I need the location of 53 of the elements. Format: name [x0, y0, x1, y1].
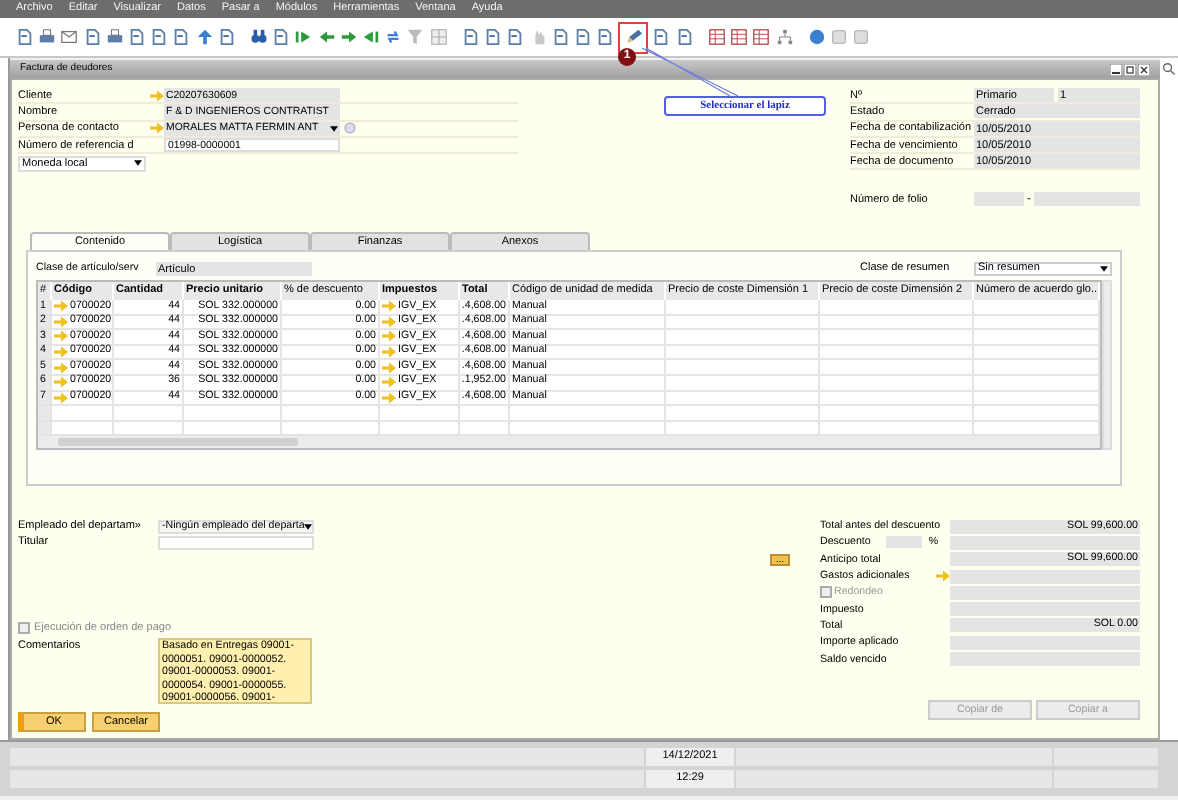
percent-field[interactable] — [886, 536, 923, 549]
page-icon[interactable] — [272, 28, 291, 46]
printer-icon[interactable] — [38, 28, 57, 46]
page-icon[interactable] — [596, 28, 615, 46]
table-icon[interactable] — [752, 28, 771, 46]
owner-field[interactable] — [158, 535, 314, 549]
tree-icon[interactable] — [775, 28, 794, 46]
refresh-icon[interactable] — [384, 28, 403, 46]
folio-field[interactable] — [974, 192, 1024, 207]
skip-end-icon[interactable] — [362, 28, 380, 46]
table-icon[interactable] — [708, 28, 726, 46]
page-icon[interactable] — [150, 28, 169, 46]
caret-icon — [134, 160, 142, 167]
arrow-right-icon[interactable] — [339, 28, 358, 46]
page-icon[interactable] — [172, 28, 191, 46]
arrow-up-icon[interactable] — [195, 28, 213, 46]
info-icon[interactable] — [344, 122, 356, 135]
caret-icon — [330, 125, 338, 132]
page-icon[interactable] — [217, 28, 236, 46]
help-icon[interactable] — [807, 28, 826, 46]
page-icon[interactable] — [127, 28, 146, 46]
table-icon[interactable] — [730, 28, 749, 46]
page-icon[interactable] — [506, 28, 525, 46]
page-icon[interactable] — [461, 28, 480, 46]
skip-start-icon[interactable] — [294, 28, 313, 46]
page-icon[interactable] — [573, 28, 592, 46]
maximize-icon[interactable] — [1124, 63, 1136, 75]
vertical-scrollbar[interactable] — [1102, 280, 1112, 451]
page-icon[interactable] — [551, 28, 570, 46]
page-icon[interactable] — [484, 28, 503, 46]
search-icon[interactable] — [1162, 62, 1176, 76]
binoculars-icon[interactable] — [250, 28, 269, 46]
caret-icon — [1100, 265, 1108, 271]
pencil-icon[interactable] — [624, 28, 643, 46]
leader-line — [642, 48, 742, 98]
page-icon[interactable] — [652, 28, 671, 46]
close-icon[interactable] — [1138, 63, 1150, 75]
checkbox[interactable] — [18, 622, 30, 634]
grid-icon[interactable] — [429, 28, 448, 46]
checkbox[interactable] — [820, 586, 832, 599]
mail-icon[interactable] — [60, 28, 79, 46]
page-icon[interactable] — [16, 28, 34, 46]
page-icon[interactable] — [675, 28, 694, 46]
caret-icon — [304, 523, 313, 529]
printer-icon[interactable] — [105, 28, 124, 46]
square-icon[interactable] — [830, 28, 849, 46]
horizontal-scrollbar[interactable] — [38, 436, 1100, 449]
minimize-icon[interactable] — [1110, 63, 1122, 75]
folio-field[interactable] — [1034, 192, 1140, 207]
square-icon[interactable] — [852, 28, 871, 46]
filter-icon[interactable] — [406, 28, 425, 46]
arrow-left-icon[interactable] — [317, 28, 336, 46]
page-icon[interactable] — [83, 28, 102, 46]
